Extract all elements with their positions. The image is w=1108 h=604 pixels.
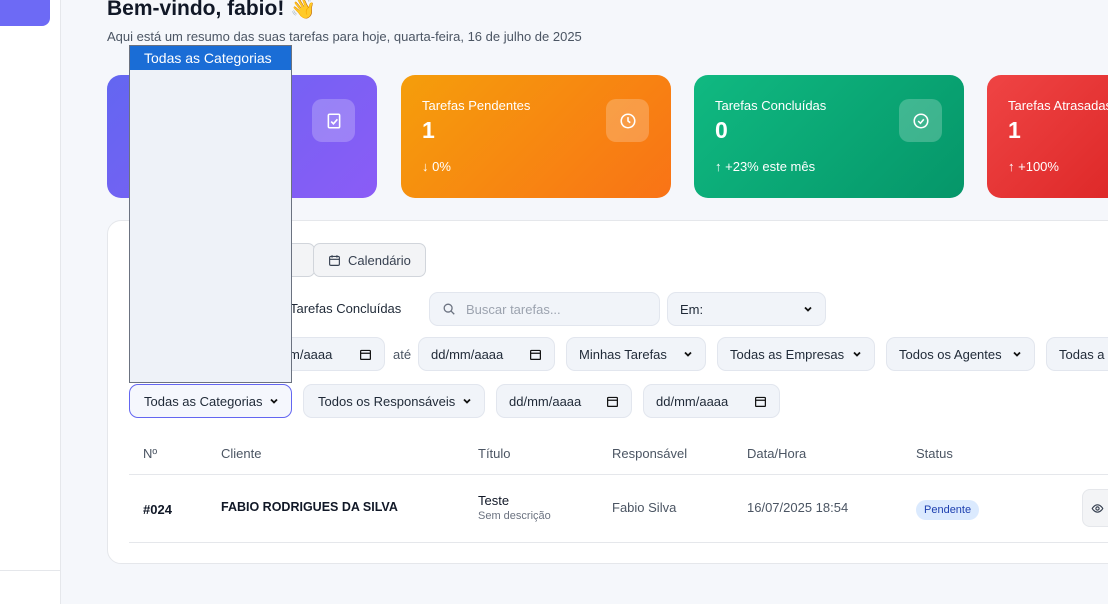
- responsibles-select[interactable]: Todos os Responsáveis: [303, 384, 485, 418]
- column-header-responsible: Responsável: [612, 446, 688, 461]
- stat-label: Tarefas Concluídas: [715, 98, 827, 113]
- column-header-status: Status: [916, 446, 953, 461]
- task-responsible: Fabio Silva: [612, 500, 677, 515]
- arrow-down-icon: ↓: [422, 159, 429, 174]
- stat-label: Tarefas Pendentes: [422, 98, 531, 113]
- dropdown-option-selected[interactable]: Todas as Categorias: [130, 46, 291, 70]
- arrow-up-icon: ↑: [1008, 159, 1015, 174]
- page-subtitle: Aqui está um resumo das suas tarefas par…: [107, 29, 582, 44]
- page-title: Bem-vindo, fabio! 👋: [107, 0, 317, 20]
- chevron-down-icon: [463, 398, 471, 404]
- table-row-divider: [129, 542, 1108, 543]
- calendar-icon: [329, 254, 340, 266]
- stat-label: Tarefas Atrasadas: [1008, 98, 1108, 113]
- in-select-value: Em:: [680, 301, 704, 317]
- stat-trend: ↑ +23% este mês: [715, 159, 816, 174]
- date-to-value: dd/mm/aaaa: [431, 346, 504, 362]
- categories-value: Todas as Categorias: [144, 393, 263, 409]
- my-tasks-value: Minhas Tarefas: [579, 346, 667, 362]
- chevron-down-icon: [684, 351, 692, 357]
- date-from-value: m/aaaa: [289, 346, 333, 362]
- task-description: Sem descrição: [478, 510, 551, 522]
- chevron-down-icon: [270, 398, 278, 404]
- view-calendar-button[interactable]: Calendário: [313, 243, 426, 277]
- more-filter-select[interactable]: Todas a: [1046, 337, 1108, 371]
- date-start-value: dd/mm/aaaa: [509, 393, 582, 409]
- column-header-client: Cliente: [221, 446, 262, 461]
- my-tasks-select[interactable]: Minhas Tarefas: [566, 337, 706, 371]
- date-end-value: dd/mm/aaaa: [656, 393, 729, 409]
- task-datetime: 16/07/2025 18:54: [747, 500, 849, 515]
- chevron-down-icon: [853, 351, 861, 357]
- until-label: até: [393, 347, 412, 362]
- sidebar-active-item[interactable]: [0, 0, 50, 26]
- arrow-up-icon: ↑: [715, 159, 722, 174]
- sidebar-divider: [0, 570, 61, 571]
- search-placeholder: Buscar tarefas...: [466, 301, 561, 317]
- stat-value: 1: [1008, 117, 1021, 143]
- calendar-icon: [360, 349, 371, 360]
- stat-trend: ↓ 0%: [422, 159, 451, 174]
- chevron-down-icon: [804, 306, 812, 312]
- categories-select[interactable]: Todas as Categorias: [129, 384, 292, 418]
- status-badge: Pendente: [916, 500, 980, 520]
- stat-value: 0: [715, 117, 728, 143]
- date-to-input[interactable]: dd/mm/aaaa: [418, 337, 555, 371]
- table-header-divider: [129, 474, 1108, 475]
- calendar-icon: [530, 349, 541, 360]
- eye-icon: [1091, 503, 1104, 513]
- chevron-down-icon: [1013, 351, 1021, 357]
- calendar-icon: [755, 396, 766, 407]
- more-filter-value: Todas a: [1059, 346, 1105, 362]
- stat-card-overdue: Tarefas Atrasadas 1 ↑ +100%: [987, 75, 1108, 198]
- column-header-title: Título: [478, 446, 511, 461]
- column-header-number: Nº: [143, 446, 158, 461]
- companies-select[interactable]: Todas as Empresas: [717, 337, 875, 371]
- stat-value: 1: [422, 117, 435, 143]
- task-number: #024: [143, 502, 172, 517]
- responsibles-value: Todos os Responsáveis: [318, 393, 456, 409]
- search-icon: [443, 303, 455, 315]
- in-select[interactable]: Em:: [667, 292, 826, 326]
- calendar-icon: [607, 396, 618, 407]
- agents-value: Todos os Agentes: [899, 346, 1002, 362]
- agents-select[interactable]: Todos os Agentes: [886, 337, 1035, 371]
- search-input[interactable]: Buscar tarefas...: [429, 292, 660, 326]
- clock-icon: [606, 99, 649, 142]
- clipboard-check-icon: [312, 99, 355, 142]
- view-task-button[interactable]: [1082, 489, 1108, 527]
- check-circle-icon: [899, 99, 942, 142]
- column-header-datetime: Data/Hora: [747, 446, 807, 461]
- categories-dropdown-list: Todas as Categorias: [129, 45, 292, 383]
- task-title: Teste: [478, 493, 510, 508]
- date-start-input[interactable]: dd/mm/aaaa: [496, 384, 632, 418]
- stat-trend: ↑ +100%: [1008, 159, 1059, 174]
- stat-card-pending: Tarefas Pendentes 1 ↓ 0%: [401, 75, 671, 198]
- companies-value: Todas as Empresas: [730, 346, 845, 362]
- sidebar: [0, 0, 61, 604]
- task-client: FABIO RODRIGUES DA SILVA: [221, 500, 398, 514]
- view-calendar-label: Calendário: [348, 252, 411, 268]
- date-end-input[interactable]: dd/mm/aaaa: [643, 384, 780, 418]
- stat-card-completed: Tarefas Concluídas 0 ↑ +23% este mês: [694, 75, 964, 198]
- show-completed-toggle[interactable]: Tarefas Concluídas: [290, 301, 401, 316]
